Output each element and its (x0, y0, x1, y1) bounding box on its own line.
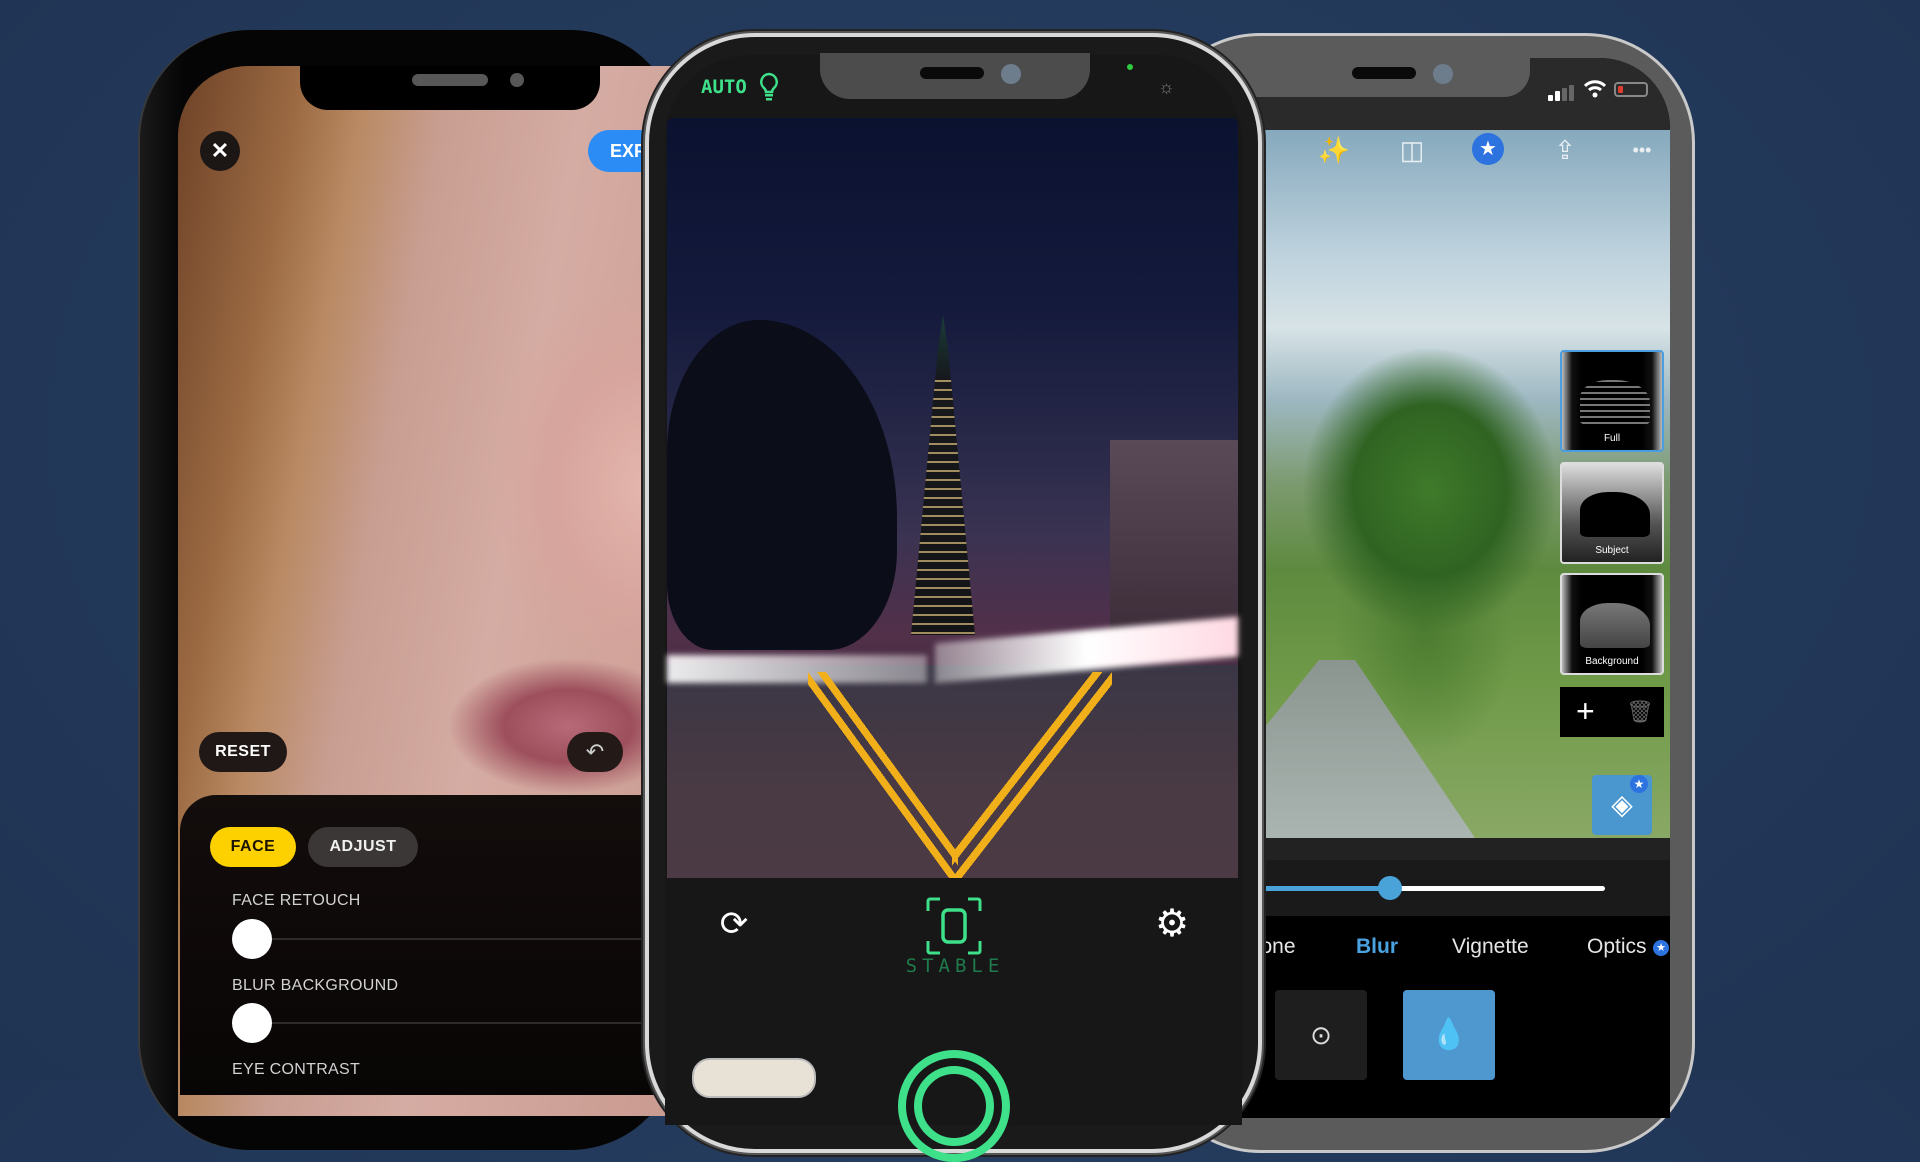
drop-icon: 💧 (1430, 1018, 1468, 1051)
face-retouch-track[interactable] (250, 938, 680, 940)
signal-icon (1548, 85, 1574, 101)
eye-contrast-label: EYE CONTRAST (232, 1061, 361, 1078)
tab-adjust[interactable]: ADJUST (308, 827, 418, 867)
settings-button[interactable]: ⚙ (1150, 902, 1194, 946)
more-icon: ••• (1632, 140, 1652, 160)
compare-button[interactable]: ◫ (1392, 130, 1432, 170)
compare-icon: ◫ (1399, 135, 1425, 165)
stabilizer-label: STABLE (905, 955, 1005, 977)
front-camera (510, 73, 524, 87)
battery-icon (1614, 82, 1648, 97)
plus-icon: + (1576, 693, 1595, 729)
share-icon: ⇪ (1554, 135, 1576, 165)
mask-background[interactable]: Background (1560, 573, 1664, 675)
add-mask-button[interactable]: + (1576, 693, 1595, 730)
mask-actions-bar: + 🗑 (1560, 687, 1664, 737)
premium-star-icon: ★ (1630, 775, 1648, 793)
blur-background-track[interactable] (250, 1022, 680, 1024)
mask-full[interactable]: Full (1560, 350, 1664, 452)
blur-type-lens-button[interactable]: 💧 (1403, 990, 1495, 1080)
tab-vignette[interactable]: Vignette (1452, 935, 1529, 959)
share-button[interactable]: ⇪ (1545, 130, 1585, 170)
undo-icon: ↶ (585, 739, 605, 764)
settings-gear-icon: ⚙ (1154, 903, 1190, 945)
premium-button[interactable]: ★ (1472, 133, 1504, 165)
rotate-camera-button[interactable]: ⟳ (712, 902, 756, 946)
reset-button[interactable]: RESET (199, 732, 287, 772)
target-icon: ⊙ (1310, 1020, 1332, 1050)
mask-label: Background (1585, 656, 1639, 667)
delete-mask-button[interactable]: 🗑 (1626, 699, 1654, 725)
speaker-grille (1352, 67, 1416, 79)
front-camera (1001, 64, 1021, 84)
more-button[interactable]: ••• (1622, 130, 1662, 170)
brightness-icon[interactable]: ☼ (1158, 77, 1175, 98)
trash-icon: 🗑 (1626, 699, 1654, 724)
wifi-icon (1584, 80, 1606, 98)
mask-label: Subject (1595, 545, 1629, 556)
camera-active-indicator (1127, 64, 1133, 70)
road-line (808, 672, 958, 878)
front-camera (1433, 64, 1453, 84)
stabilizer-icon[interactable] (926, 897, 982, 955)
phone-notch (300, 66, 600, 110)
blur-slider-track[interactable] (1390, 886, 1605, 891)
tab-face[interactable]: FACE (210, 827, 296, 867)
layers-icon: ◈ (1611, 789, 1633, 820)
shutter-button-icon (914, 1066, 994, 1146)
close-icon: ✕ (210, 138, 230, 163)
tab-blur[interactable]: Blur (1356, 935, 1398, 959)
mask-subject[interactable]: Subject (1560, 462, 1664, 564)
close-button[interactable]: ✕ (200, 131, 240, 171)
face-retouch-knob[interactable] (232, 919, 272, 959)
star-icon: ★ (1479, 138, 1497, 160)
face-retouch-label: FACE RETOUCH (232, 892, 361, 909)
undo-button[interactable]: ↶ (567, 732, 623, 772)
auto-enhance-button[interactable]: ✨ (1314, 130, 1354, 170)
blur-background-knob[interactable] (232, 1003, 272, 1043)
blur-type-radial-button[interactable]: ⊙ (1275, 990, 1367, 1080)
premium-star-icon: ★ (1653, 940, 1669, 956)
speaker-grille (412, 74, 488, 86)
rotate-camera-icon: ⟳ (719, 905, 749, 943)
road-line (952, 672, 1112, 878)
magic-wand-icon: ✨ (1317, 135, 1351, 165)
flash-mode-toggle[interactable]: AUTO (701, 76, 747, 98)
blur-background-label: BLUR BACKGROUND (232, 977, 399, 994)
blur-slider-knob[interactable] (1378, 876, 1402, 900)
lightbulb-icon[interactable] (758, 72, 780, 109)
gallery-thumbnail[interactable] (692, 1058, 816, 1098)
speaker-grille (920, 67, 984, 79)
tab-optics[interactable]: Optics (1587, 935, 1647, 959)
mask-label: Full (1603, 433, 1621, 444)
